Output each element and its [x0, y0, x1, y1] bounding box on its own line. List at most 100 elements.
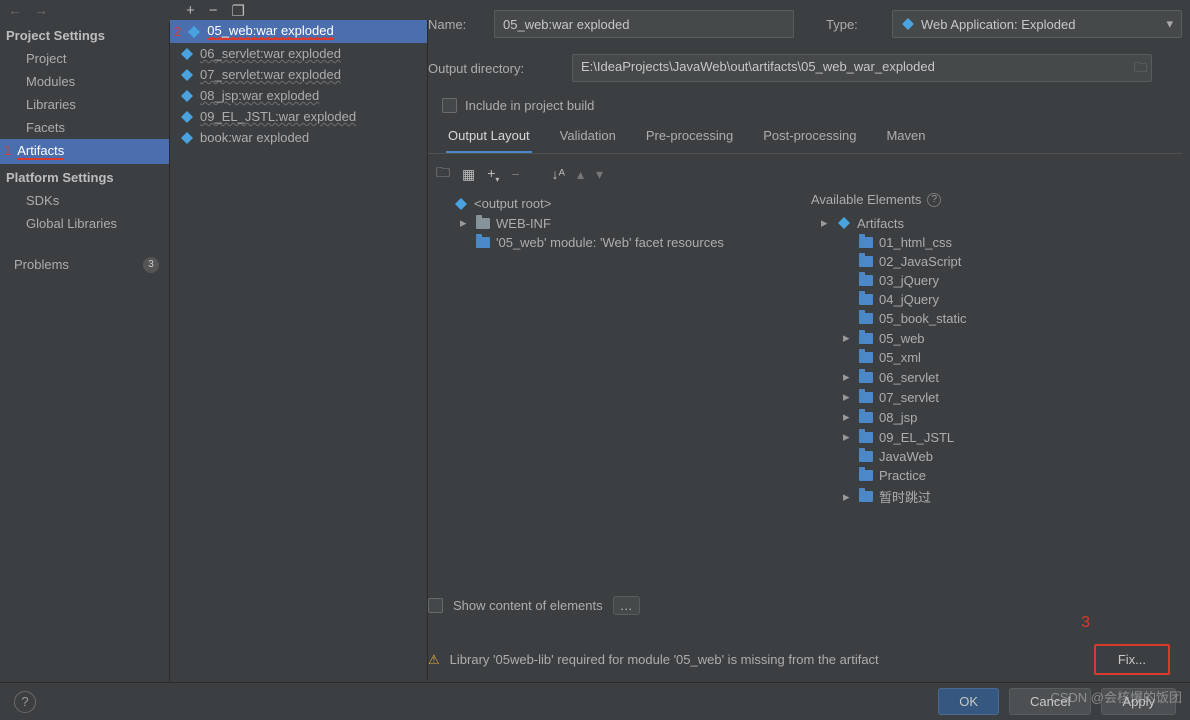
expand-icon[interactable]: ▴ — [577, 166, 584, 183]
artifact-row[interactable]: 07_servlet:war exploded — [170, 64, 427, 85]
artifact-icon — [187, 25, 201, 39]
available-item[interactable]: 01_html_css — [815, 233, 1182, 252]
module-folder-icon — [859, 333, 873, 344]
module-folder-icon — [859, 491, 873, 502]
sidebar-item-libraries[interactable]: Libraries — [0, 93, 169, 116]
artifact-type-select[interactable]: Web Application: Exploded ▾ — [892, 10, 1182, 38]
tab-validation[interactable]: Validation — [558, 122, 618, 153]
remove-artifact-icon[interactable]: − — [209, 2, 218, 20]
settings-sidebar: Project Settings Project Modules Librari… — [0, 22, 170, 682]
artifact-icon — [180, 110, 194, 124]
module-folder-icon — [859, 313, 873, 324]
new-folder-icon[interactable]: 🗀 — [436, 162, 450, 186]
dialog-button-bar: ? OK Cancel Apply — [0, 682, 1190, 720]
module-folder-icon — [859, 432, 873, 443]
artifact-row[interactable]: 09_EL_JSTL:war exploded — [170, 106, 427, 127]
artifact-icon — [901, 17, 915, 31]
available-item[interactable]: 04_jQuery — [815, 290, 1182, 309]
tab-output-layout[interactable]: Output Layout — [446, 122, 532, 153]
annotation-3: 3 — [1081, 614, 1090, 632]
tab-post-processing[interactable]: Post-processing — [761, 122, 858, 153]
tab-maven[interactable]: Maven — [884, 122, 927, 153]
available-elements-tree[interactable]: ▸Artifacts 01_html_css02_JavaScript03_jQ… — [811, 211, 1182, 508]
module-folder-icon — [859, 352, 873, 363]
fix-button[interactable]: Fix... — [1094, 644, 1170, 675]
collapse-icon[interactable]: ▾ — [596, 166, 603, 183]
available-item[interactable]: 05_xml — [815, 348, 1182, 367]
artifact-row[interactable]: 2 05_web:war exploded — [170, 20, 427, 43]
ellipsis-button[interactable]: … — [613, 596, 640, 615]
project-settings-header: Project Settings — [0, 22, 169, 47]
artifacts-list: 2 05_web:war exploded 06_servlet:war exp… — [170, 20, 428, 680]
browse-folder-icon[interactable]: 🗀 — [1134, 59, 1147, 81]
include-in-build-checkbox[interactable]: Include in project build — [442, 98, 594, 113]
module-folder-icon — [859, 256, 873, 267]
add-artifact-icon[interactable]: + — [186, 2, 195, 20]
module-folder-icon — [859, 412, 873, 423]
available-item[interactable]: 03_jQuery — [815, 271, 1182, 290]
ok-button[interactable]: OK — [938, 688, 999, 715]
copy-artifact-icon[interactable]: ❐ — [232, 2, 245, 20]
available-item[interactable]: ▸05_web — [815, 328, 1182, 348]
available-item[interactable]: 02_JavaScript — [815, 252, 1182, 271]
chevron-down-icon: ▾ — [1166, 16, 1173, 32]
artifact-row[interactable]: 06_servlet:war exploded — [170, 43, 427, 64]
new-archive-icon[interactable]: ▦ — [462, 166, 475, 183]
expand-caret-icon[interactable]: ▸ — [460, 215, 470, 231]
artifact-icon — [180, 131, 194, 145]
tab-pre-processing[interactable]: Pre-processing — [644, 122, 735, 153]
artifact-icon — [180, 89, 194, 103]
sidebar-item-artifacts[interactable]: 1Artifacts — [0, 139, 169, 164]
sidebar-item-sdks[interactable]: SDKs — [0, 189, 169, 212]
artifact-row[interactable]: 08_jsp:war exploded — [170, 85, 427, 106]
help-icon[interactable]: ? — [927, 193, 941, 207]
module-folder-icon — [859, 372, 873, 383]
sidebar-item-facets[interactable]: Facets — [0, 116, 169, 139]
available-item[interactable]: ▸08_jsp — [815, 407, 1182, 427]
module-folder-icon — [859, 275, 873, 286]
available-item[interactable]: ▸07_servlet — [815, 387, 1182, 407]
available-item[interactable]: 05_book_static — [815, 309, 1182, 328]
available-item[interactable]: ▸06_servlet — [815, 367, 1182, 387]
web-facet-icon — [476, 237, 490, 248]
module-folder-icon — [859, 470, 873, 481]
module-folder-icon — [859, 294, 873, 305]
output-dir-label: Output directory: — [428, 61, 558, 76]
show-content-label: Show content of elements — [453, 598, 603, 613]
output-layout-toolbar: 🗀 ▦ +▾ − ↓ᴬ ▴ ▾ — [428, 158, 1182, 190]
back-arrow-icon[interactable]: ← — [8, 2, 22, 18]
apply-button[interactable]: Apply — [1101, 688, 1176, 715]
artifact-details: Name: Type: Web Application: Exploded ▾ … — [428, 10, 1182, 508]
problems-count-badge: 3 — [143, 257, 159, 273]
forward-arrow-icon: → — [34, 2, 48, 18]
annotation-2: 2 — [174, 24, 181, 39]
sidebar-item-project[interactable]: Project — [0, 47, 169, 70]
warning-icon: ⚠ — [428, 652, 440, 668]
type-label: Type: — [826, 17, 878, 32]
name-label: Name: — [428, 17, 480, 32]
output-root-tree[interactable]: <output root> ▸WEB-INF '05_web' module: … — [428, 192, 803, 508]
artifact-row[interactable]: book:war exploded — [170, 127, 427, 148]
warning-text: Library '05web-lib' required for module … — [450, 652, 879, 667]
available-elements-pane: Available Elements ? ▸Artifacts 01_html_… — [811, 192, 1182, 508]
artifact-icon — [180, 47, 194, 61]
help-button[interactable]: ? — [14, 691, 36, 713]
available-item[interactable]: Practice — [815, 466, 1182, 485]
artifact-name-input[interactable] — [494, 10, 794, 38]
remove-icon[interactable]: − — [511, 166, 519, 182]
artifact-icon — [180, 68, 194, 82]
platform-settings-header: Platform Settings — [0, 164, 169, 189]
module-folder-icon — [859, 237, 873, 248]
show-content-checkbox[interactable] — [428, 598, 443, 613]
sidebar-item-modules[interactable]: Modules — [0, 70, 169, 93]
cancel-button[interactable]: Cancel — [1009, 688, 1091, 715]
annotation-1: 1 — [4, 143, 11, 158]
sort-icon[interactable]: ↓ᴬ — [552, 166, 565, 182]
add-copy-icon[interactable]: +▾ — [487, 165, 499, 184]
sidebar-item-global-libraries[interactable]: Global Libraries — [0, 212, 169, 235]
sidebar-item-problems[interactable]: Problems 3 — [0, 253, 169, 276]
output-dir-input[interactable]: E:\IdeaProjects\JavaWeb\out\artifacts\05… — [572, 54, 1152, 82]
available-item[interactable]: JavaWeb — [815, 447, 1182, 466]
available-item[interactable]: ▸暂时跳过 — [815, 485, 1182, 508]
available-item[interactable]: ▸09_EL_JSTL — [815, 427, 1182, 447]
